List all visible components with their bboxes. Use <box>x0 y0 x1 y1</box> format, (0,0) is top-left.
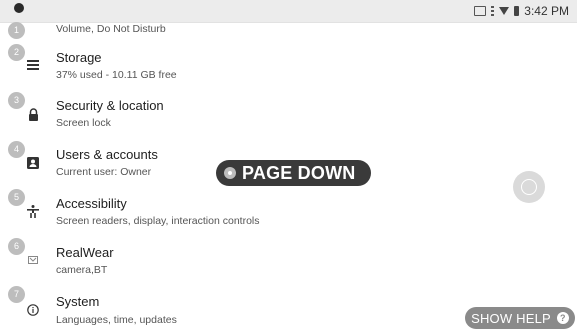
show-help-label: SHOW HELP <box>471 310 551 326</box>
voice-number-badge: 7 <box>8 286 25 303</box>
settings-item-subtitle: Screen readers, display, interaction con… <box>56 215 260 227</box>
voice-number-badge: 6 <box>8 238 25 255</box>
settings-item-storage[interactable]: 2 Storage 37% used - 10.11 GB free <box>0 44 577 92</box>
lock-icon <box>26 107 40 121</box>
settings-item-subtitle: 37% used - 10.11 GB free <box>56 69 177 81</box>
voice-number-badge: 1 <box>8 22 25 39</box>
settings-item-subtitle: Screen lock <box>56 117 111 129</box>
voice-number-badge: 3 <box>8 92 25 109</box>
settings-item-subtitle: Volume, Do Not Disturb <box>56 23 166 35</box>
page-down-label: PAGE DOWN <box>242 162 356 183</box>
voice-number-badge: 4 <box>8 141 25 158</box>
settings-item-accessibility[interactable]: 5 Accessibility Screen readers, display,… <box>0 189 577 237</box>
settings-item-security[interactable]: 3 Security & location Screen lock <box>0 92 577 140</box>
settings-item-subtitle: camera,BT <box>56 264 108 276</box>
navigation-joystick[interactable] <box>513 171 545 203</box>
account-icon <box>26 156 40 170</box>
settings-item-title: RealWear <box>56 245 114 260</box>
voice-number-badge: 2 <box>8 44 25 61</box>
settings-item-title: Security & location <box>56 98 164 113</box>
voice-number-badge: 5 <box>8 189 25 206</box>
storage-icon <box>26 58 40 72</box>
settings-item-title: Storage <box>56 50 102 65</box>
joystick-ring-icon <box>521 179 537 195</box>
voice-command-icon <box>224 167 236 179</box>
show-help-button[interactable]: SHOW HELP ? <box>465 307 575 329</box>
help-icon: ? <box>556 312 569 324</box>
accessibility-icon <box>26 204 40 218</box>
settings-item-subtitle: Languages, time, updates <box>56 314 177 326</box>
info-icon <box>26 303 40 317</box>
settings-item-title: Users & accounts <box>56 147 158 162</box>
settings-item-realwear[interactable]: 6 RealWear camera,BT <box>0 238 577 286</box>
page-down-button[interactable]: PAGE DOWN <box>216 160 371 186</box>
realwear-icon <box>26 253 40 267</box>
settings-item-subtitle: Current user: Owner <box>56 166 152 178</box>
settings-item-title: System <box>56 294 100 309</box>
settings-item-title: Accessibility <box>56 196 127 211</box>
